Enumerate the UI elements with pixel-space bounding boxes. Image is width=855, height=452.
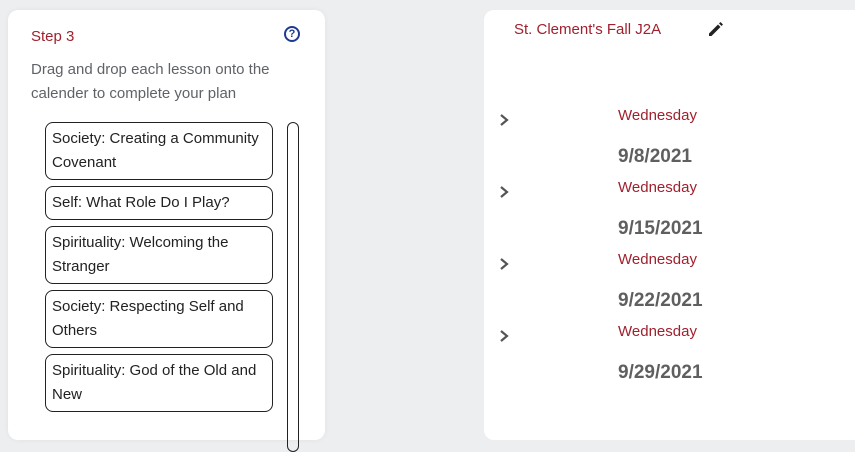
lesson-label: Spirituality: God of the Old and New — [52, 362, 257, 403]
help-icon[interactable]: ? — [284, 26, 300, 42]
date-label: 9/22/2021 — [618, 290, 703, 311]
calendar-panel: St. Clement's Fall J2A Wednesday 9/8/202… — [484, 10, 855, 440]
calendar-date-row: Wednesday 9/15/2021 — [484, 179, 855, 251]
lesson-label: Spirituality: Welcoming the Stranger — [52, 234, 229, 275]
calendar-date-row: Wednesday 9/29/2021 — [484, 323, 855, 395]
lesson-label: Self: What Role Do I Play? — [52, 194, 230, 211]
lesson-card[interactable]: Spirituality: God of the Old and New — [45, 354, 273, 412]
step-instructions: Drag and drop each lesson onto the calen… — [31, 61, 270, 102]
chevron-right-icon[interactable] — [496, 184, 512, 200]
lesson-label: Society: Respecting Self and Others — [52, 298, 244, 339]
lesson-card[interactable]: Society: Creating a Community Covenant — [45, 122, 273, 180]
lesson-card[interactable]: Society: Respecting Self and Others — [45, 290, 273, 348]
chevron-right-icon[interactable] — [496, 112, 512, 128]
weekday-label: Wednesday — [618, 179, 697, 196]
step-title: Step 3 — [31, 28, 75, 45]
lesson-label: Society: Creating a Community Covenant — [52, 130, 259, 171]
weekday-label: Wednesday — [618, 107, 697, 124]
lesson-card[interactable]: Self: What Role Do I Play? — [45, 186, 273, 220]
calendar-date-row: Wednesday 9/8/2021 — [484, 107, 855, 179]
weekday-label: Wednesday — [618, 251, 697, 268]
pencil-icon[interactable] — [706, 19, 726, 39]
lesson-list: Society: Creating a Community Covenant S… — [45, 122, 273, 418]
lesson-card[interactable]: Spirituality: Welcoming the Stranger — [45, 226, 273, 284]
date-label: 9/15/2021 — [618, 218, 703, 239]
weekday-label: Wednesday — [618, 323, 697, 340]
chevron-right-icon[interactable] — [496, 256, 512, 272]
plan-title: St. Clement's Fall J2A — [514, 21, 662, 38]
date-label: 9/8/2021 — [618, 146, 692, 167]
date-label: 9/29/2021 — [618, 362, 703, 383]
lesson-step-panel: Step 3 ? Drag and drop each lesson onto … — [8, 10, 325, 452]
chevron-right-icon[interactable] — [496, 328, 512, 344]
calendar-date-row: Wednesday 9/22/2021 — [484, 251, 855, 323]
lesson-list-scrollbar[interactable] — [287, 122, 299, 452]
